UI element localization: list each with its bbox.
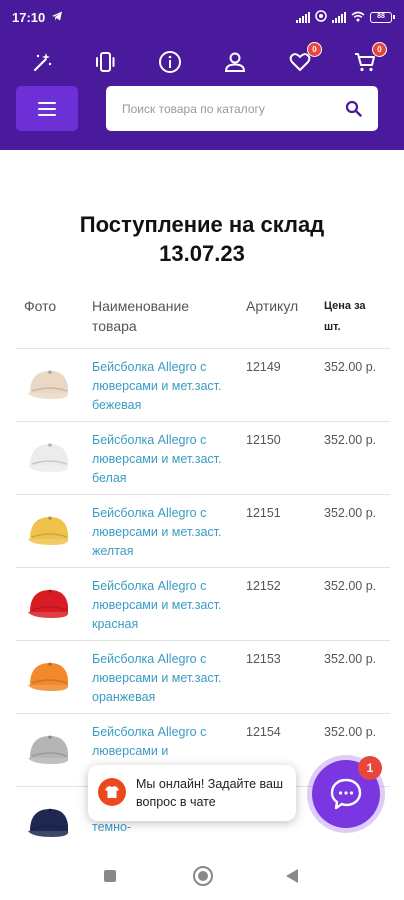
chat-icon	[330, 778, 362, 810]
page-title-line1: Поступление на склад	[79, 212, 325, 237]
product-name-link[interactable]: Бейсболка Allegro с люверсами и мет.заст…	[92, 504, 232, 561]
product-sku: 12151	[246, 506, 281, 520]
status-time: 17:10	[12, 9, 46, 25]
product-sku: 12154	[246, 725, 281, 739]
product-photo[interactable]	[22, 728, 78, 772]
search-icon[interactable]	[345, 100, 362, 122]
column-header-photo: Фото	[24, 298, 57, 314]
page-title-line2: 13.07.23	[159, 241, 245, 266]
shop-logo-icon	[98, 778, 126, 806]
cart-button[interactable]: 0	[349, 42, 387, 78]
back-button[interactable]	[286, 869, 298, 883]
product-name-link[interactable]: Бейсболка Allegro с люверсами и мет.заст…	[92, 431, 232, 488]
phone-vibrate-icon[interactable]	[89, 46, 121, 78]
product-price: 352.00 р.	[324, 579, 377, 593]
product-price: 352.00 р.	[324, 506, 377, 520]
product-sku: 12149	[246, 360, 281, 374]
search-box	[106, 86, 378, 131]
product-name-link[interactable]: Бейсболка Allegro с люверсами и мет.заст…	[92, 650, 232, 707]
battery-icon: 88	[370, 11, 395, 23]
product-photo[interactable]	[22, 655, 78, 699]
product-name-link[interactable]: Бейсболка Allegro с люверсами и мет.заст…	[92, 577, 232, 634]
product-photo[interactable]	[22, 436, 78, 480]
signal-icon	[296, 11, 310, 23]
chat-unread-badge: 1	[358, 756, 382, 780]
product-photo[interactable]	[22, 363, 78, 407]
recent-apps-button[interactable]	[104, 870, 116, 882]
hamburger-menu-button[interactable]	[16, 86, 78, 131]
magic-wand-icon[interactable]	[26, 46, 58, 78]
table-row: Бейсболка Allegro с люверсами и мет.заст…	[16, 640, 390, 713]
status-bar: 17:10 88	[0, 0, 404, 34]
product-sku: 12153	[246, 652, 281, 666]
product-photo[interactable]	[22, 509, 78, 553]
product-name-link[interactable]: Бейсболка Allegro с люверсами и мет.заст…	[92, 358, 232, 415]
signal-icon-2	[332, 11, 346, 23]
product-price: 352.00 р.	[324, 725, 377, 739]
product-sku: 12150	[246, 433, 281, 447]
page-title: Поступление на склад 13.07.23	[0, 210, 404, 268]
system-nav-bar	[0, 858, 404, 900]
product-price: 352.00 р.	[324, 652, 377, 666]
cart-count-badge: 0	[372, 42, 387, 57]
wifi-icon	[351, 10, 365, 25]
search-input[interactable]	[122, 101, 332, 116]
chat-invite-popup[interactable]: Мы онлайн! Задайте ваш вопрос в чате	[88, 765, 296, 821]
product-photo[interactable]	[22, 801, 78, 845]
user-icon[interactable]	[219, 46, 251, 78]
product-name-link[interactable]: Бейсболка Allegro с люверсами и	[92, 723, 232, 761]
product-photo[interactable]	[22, 582, 78, 626]
favorites-button[interactable]: 0	[284, 42, 322, 78]
column-header-name: Наименование товара	[92, 298, 190, 334]
telegram-icon	[51, 10, 63, 25]
chat-invite-message: Мы онлайн! Задайте ваш вопрос в чате	[136, 777, 284, 809]
hamburger-icon	[38, 101, 56, 104]
product-price: 352.00 р.	[324, 433, 377, 447]
column-header-price: Цена за шт.	[324, 300, 366, 333]
info-icon[interactable]	[154, 46, 186, 78]
hd-icon	[315, 9, 327, 25]
product-sku: 12152	[246, 579, 281, 593]
table-row: Бейсболка Allegro с люверсами и мет.заст…	[16, 567, 390, 640]
site-header: 0 0	[0, 34, 404, 150]
product-price: 352.00 р.	[324, 360, 377, 374]
table-row: Бейсболка Allegro с люверсами и мет.заст…	[16, 494, 390, 567]
table-row: Бейсболка Allegro с люверсами и мет.заст…	[16, 348, 390, 421]
home-button[interactable]	[193, 866, 213, 886]
favorites-count-badge: 0	[307, 42, 322, 57]
table-header: Фото Наименование товара Артикул Цена за…	[0, 296, 404, 346]
column-header-sku: Артикул	[246, 298, 299, 314]
table-row: Бейсболка Allegro с люверсами и мет.заст…	[16, 421, 390, 494]
